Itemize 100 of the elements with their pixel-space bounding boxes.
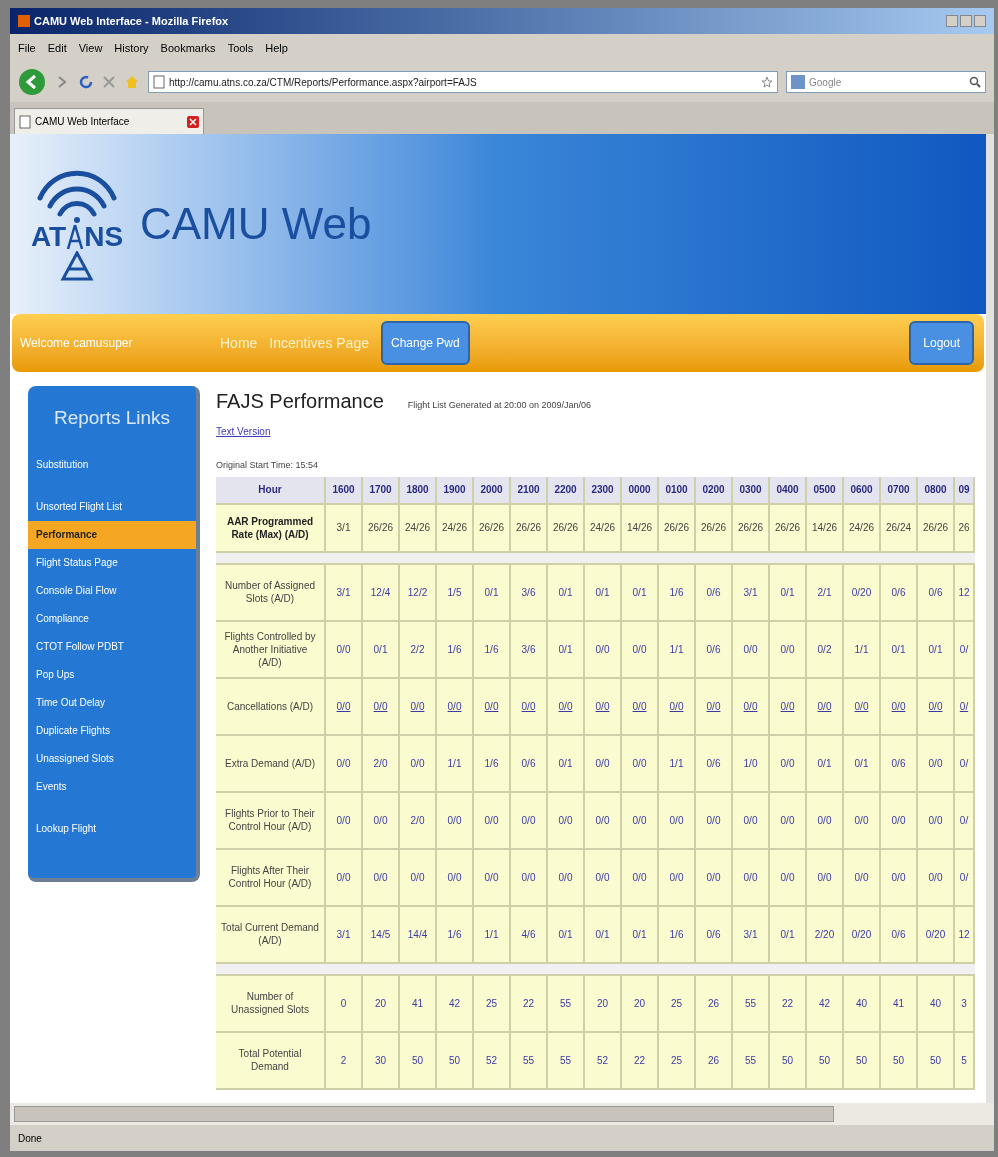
table-cell: 24/26 [844,504,881,551]
address-field[interactable]: http://camu.atns.co.za/CTM/Reports/Performance.aspx?airport=FAJS [148,71,778,93]
table-cell: 0/0 [733,621,770,677]
sidebar-item[interactable]: Unassigned Slots [28,744,196,773]
sidebar-item[interactable]: Performance [28,520,196,549]
table-cell: 20 [622,975,659,1031]
logout-button[interactable]: Logout [909,321,974,365]
column-header: 0800 [918,476,955,503]
column-header: 2100 [511,476,548,503]
sidebar-item[interactable]: Time Out Delay [28,688,196,717]
table-cell: 0/1 [363,621,400,677]
horizontal-scrollbar[interactable] [10,1103,994,1125]
sidebar-item[interactable]: Substitution [28,450,196,479]
table-cell: 50 [400,1032,437,1088]
table-cell: 3/1 [326,564,363,620]
column-header: 2300 [585,476,622,503]
sidebar-title: Reports Links [52,406,172,430]
browser-tab[interactable]: CAMU Web Interface [14,108,204,134]
menu-item[interactable]: Tools [227,39,254,57]
stop-icon[interactable] [102,75,116,89]
sidebar-item[interactable]: Compliance [28,604,196,633]
table-cell: 26 [955,504,975,551]
table-cell: 50 [844,1032,881,1088]
table-cell: 0/0 [659,849,696,905]
menu-item[interactable]: Edit [47,39,67,57]
table-cell: 2/0 [363,735,400,791]
table-cell: 12 [955,564,975,620]
sidebar-item[interactable]: CTOT Follow PDBT [28,632,196,661]
menu-item[interactable]: View [78,39,103,57]
table-cell: 0/0 [400,735,437,791]
maximize-button[interactable] [960,15,972,27]
row-label: Number of Assigned Slots (A/D) [216,564,326,620]
close-icon[interactable] [187,115,199,128]
minimize-button[interactable] [946,15,958,27]
table-cell: 0/1 [770,564,807,620]
table-cell: 22 [770,975,807,1031]
site-title: CAMU Web [140,202,372,246]
table-cell: 0/0 [622,621,659,677]
table-cell: 2/20 [807,906,844,962]
logo-text: NS [84,222,124,251]
table-cell: 0/0 [622,678,659,734]
sidebar-item[interactable]: Console Dial Flow [28,576,196,605]
menu-item[interactable]: Bookmarks [160,39,216,57]
sidebar-item[interactable]: Pop Ups [28,660,196,689]
menu-item[interactable]: Help [265,39,288,57]
table-cell: 0/0 [585,849,622,905]
reload-icon[interactable] [78,74,94,90]
table-cell: 0/2 [807,621,844,677]
table-cell: 0 [326,975,363,1031]
table-cell: 0/0 [400,849,437,905]
vertical-scrollbar[interactable] [986,134,994,1103]
back-icon[interactable] [18,68,46,96]
nav-button[interactable]: Change Pwd [381,321,470,365]
row-label: Total Potential Demand [216,1032,326,1088]
antenna-icon [66,222,85,251]
table-cell: 0/1 [881,621,918,677]
table-cell: 55 [511,1032,548,1088]
text-version-link[interactable]: Text Version [216,424,271,439]
table-cell: 0/0 [807,849,844,905]
search-icon[interactable] [969,76,981,88]
sidebar-item[interactable]: Lookup Flight [28,814,196,843]
table-cell: 0/0 [622,792,659,848]
table-cell: 26/26 [770,504,807,551]
table-cell: 0/0 [363,792,400,848]
table-cell: 0/0 [585,678,622,734]
close-button[interactable] [974,15,986,27]
column-header: 2200 [548,476,585,503]
table-cell: 0/0 [437,678,474,734]
column-header: 09 [955,476,975,503]
url-text: http://camu.atns.co.za/CTM/Reports/Performance.aspx?airport=FAJS [169,75,478,90]
table-cell: 14/4 [400,906,437,962]
column-header: 1900 [437,476,474,503]
table-cell: 50 [437,1032,474,1088]
sidebar-item[interactable]: Flight Status Page [28,548,196,577]
table-cell: 12 [955,906,975,962]
status-text: Done [18,1131,42,1146]
table-cell: 0/0 [807,678,844,734]
sidebar-item[interactable]: Events [28,772,196,801]
table-cell: 12/2 [400,564,437,620]
table-cell: 26/26 [474,504,511,551]
table-cell: 3/1 [326,504,363,551]
table-cell: 0/0 [511,849,548,905]
table-cell: 24/26 [400,504,437,551]
sidebar-item[interactable]: Unsorted Flight List [28,492,196,521]
table-cell: 3/1 [733,906,770,962]
table-cell: 26/26 [548,504,585,551]
menu-item[interactable]: File [18,39,36,57]
scrollbar-thumb[interactable] [14,1106,834,1122]
search-input[interactable]: Google [809,74,965,90]
table-cell: 0/6 [696,735,733,791]
bookmark-star-icon[interactable] [761,76,773,88]
table-cell: 25 [659,1032,696,1088]
table-cell: 1/1 [844,621,881,677]
search-field[interactable]: Google [786,71,986,93]
table-cell: 0/0 [696,792,733,848]
table-cell: 3 [955,975,975,1031]
sidebar-item[interactable]: Duplicate Flights [28,716,196,745]
table-cell: 0/0 [363,678,400,734]
column-header: 0500 [807,476,844,503]
menu-item[interactable]: History [114,39,149,57]
